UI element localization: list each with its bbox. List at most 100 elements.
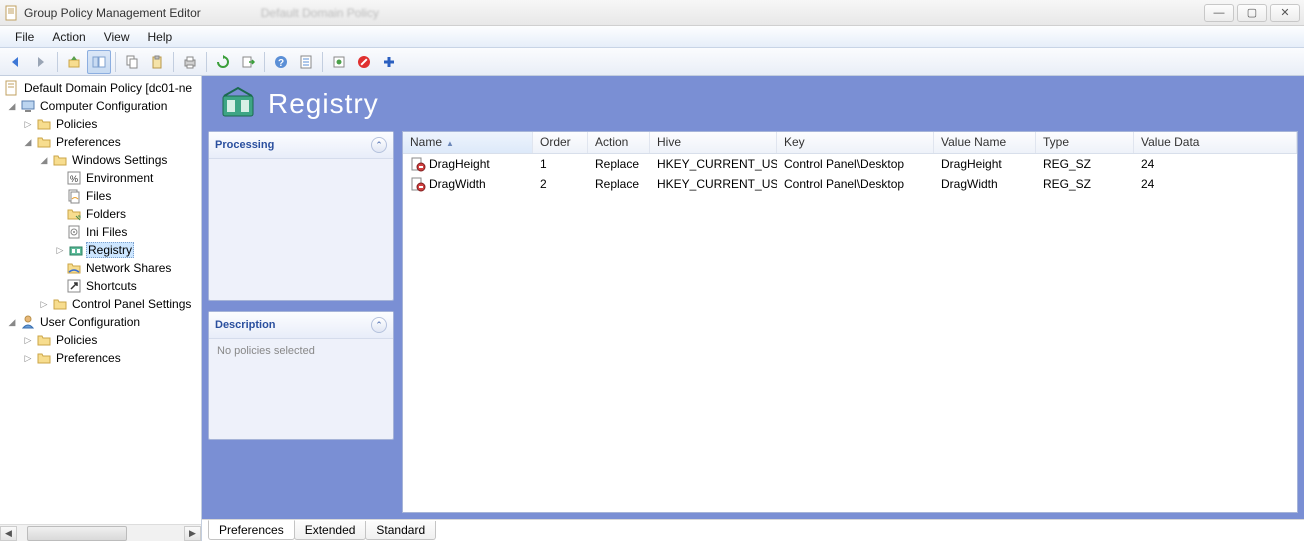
cell-hive: HKEY_CURRENT_USER xyxy=(650,177,777,191)
col-hive[interactable]: Hive xyxy=(650,132,777,153)
expand-icon[interactable]: ▷ xyxy=(22,353,34,364)
scroll-left-button[interactable]: ◀ xyxy=(0,526,17,541)
svg-text:?: ? xyxy=(278,58,284,69)
tree-folders[interactable]: Folders xyxy=(2,205,199,223)
refresh-button[interactable] xyxy=(211,50,235,74)
sort-asc-icon: ▲ xyxy=(446,139,454,148)
expand-icon[interactable]: ▷ xyxy=(22,335,34,346)
minimize-button[interactable]: — xyxy=(1204,4,1234,22)
menu-help[interactable]: Help xyxy=(139,28,182,46)
registry-item-icon xyxy=(410,156,426,172)
ini-icon xyxy=(66,224,82,240)
tree-user-config[interactable]: ◢ User Configuration xyxy=(2,313,199,331)
expand-icon[interactable]: ▷ xyxy=(22,119,34,130)
options-button[interactable] xyxy=(294,50,318,74)
collapse-description-button[interactable]: ⌃ xyxy=(371,317,387,333)
print-button[interactable] xyxy=(178,50,202,74)
tree-pane: Default Domain Policy [dc01-ne ◢ Compute… xyxy=(0,76,202,541)
folder-icon xyxy=(36,350,52,366)
description-panel: Description ⌃ No policies selected xyxy=(208,311,394,440)
shortcuts-icon xyxy=(66,278,82,294)
filter-button[interactable] xyxy=(327,50,351,74)
tree-computer-config[interactable]: ◢ Computer Configuration xyxy=(2,97,199,115)
copy-button[interactable] xyxy=(120,50,144,74)
computer-icon xyxy=(20,98,36,114)
back-button[interactable] xyxy=(4,50,28,74)
tree-environment[interactable]: % Environment xyxy=(2,169,199,187)
menu-view[interactable]: View xyxy=(95,28,139,46)
expand-icon[interactable]: ▷ xyxy=(38,299,50,310)
col-key[interactable]: Key xyxy=(777,132,934,153)
description-text: No policies selected xyxy=(209,339,393,439)
cell-key: Control Panel\Desktop xyxy=(777,157,934,171)
list-row[interactable]: DragHeight1ReplaceHKEY_CURRENT_USERContr… xyxy=(403,154,1297,174)
cell-key: Control Panel\Desktop xyxy=(777,177,934,191)
col-action[interactable]: Action xyxy=(588,132,650,153)
collapse-icon[interactable]: ◢ xyxy=(6,317,18,328)
tree-ini-files[interactable]: Ini Files xyxy=(2,223,199,241)
forward-button[interactable] xyxy=(29,50,53,74)
cell-valuename: DragWidth xyxy=(934,177,1036,191)
menu-action[interactable]: Action xyxy=(43,28,94,46)
bottom-tabs: Preferences Extended Standard xyxy=(202,519,1304,541)
collapse-icon[interactable]: ◢ xyxy=(22,137,34,148)
tree-hscrollbar[interactable]: ◀ ▶ xyxy=(0,524,201,541)
netshares-icon xyxy=(66,260,82,276)
close-button[interactable]: ✕ xyxy=(1270,4,1300,22)
menu-file[interactable]: File xyxy=(6,28,43,46)
expand-icon[interactable]: ▷ xyxy=(54,245,66,256)
title-bar: Group Policy Management Editor Default D… xyxy=(0,0,1304,26)
tree-registry[interactable]: ▷ Registry xyxy=(2,241,199,259)
policy-icon xyxy=(4,80,20,96)
tab-preferences[interactable]: Preferences xyxy=(208,520,295,540)
tree-user-preferences[interactable]: ▷ Preferences xyxy=(2,349,199,367)
folder-icon xyxy=(52,296,68,312)
tree-files[interactable]: Files xyxy=(2,187,199,205)
tree-preferences[interactable]: ◢ Preferences xyxy=(2,133,199,151)
tree-shortcuts[interactable]: Shortcuts xyxy=(2,277,199,295)
col-order[interactable]: Order xyxy=(533,132,588,153)
tree-control-panel-settings[interactable]: ▷ Control Panel Settings xyxy=(2,295,199,313)
stop-button[interactable] xyxy=(352,50,376,74)
registry-header-icon xyxy=(220,86,256,122)
col-valuename[interactable]: Value Name xyxy=(934,132,1036,153)
svg-text:%: % xyxy=(70,174,78,184)
scroll-right-button[interactable]: ▶ xyxy=(184,526,201,541)
show-tree-button[interactable] xyxy=(87,50,111,74)
cell-order: 2 xyxy=(533,177,588,191)
col-type[interactable]: Type xyxy=(1036,132,1134,153)
registry-list: Name▲ Order Action Hive Key Value Name T… xyxy=(402,131,1298,513)
environment-icon: % xyxy=(66,170,82,186)
tab-standard[interactable]: Standard xyxy=(365,521,436,540)
cell-name: DragHeight xyxy=(429,157,490,171)
col-valuedata[interactable]: Value Data xyxy=(1134,132,1297,153)
collapse-icon[interactable]: ◢ xyxy=(38,155,50,166)
help-button[interactable]: ? xyxy=(269,50,293,74)
tree-root[interactable]: Default Domain Policy [dc01-ne xyxy=(2,79,199,97)
col-name[interactable]: Name▲ xyxy=(403,132,533,153)
folders-icon xyxy=(66,206,82,222)
collapse-processing-button[interactable]: ⌃ xyxy=(371,137,387,153)
toolbar: ? xyxy=(0,48,1304,76)
maximize-button[interactable]: ▢ xyxy=(1237,4,1267,22)
scroll-thumb[interactable] xyxy=(27,526,127,541)
cell-type: REG_SZ xyxy=(1036,177,1134,191)
list-row[interactable]: DragWidth2ReplaceHKEY_CURRENT_USERContro… xyxy=(403,174,1297,194)
processing-title: Processing xyxy=(215,139,274,151)
tree-policies[interactable]: ▷ Policies xyxy=(2,115,199,133)
cell-order: 1 xyxy=(533,157,588,171)
tree-user-policies[interactable]: ▷ Policies xyxy=(2,331,199,349)
folder-icon xyxy=(52,152,68,168)
tab-extended[interactable]: Extended xyxy=(294,521,367,540)
tree-network-shares[interactable]: Network Shares xyxy=(2,259,199,277)
export-button[interactable] xyxy=(236,50,260,74)
tree-windows-settings[interactable]: ◢ Windows Settings xyxy=(2,151,199,169)
add-button[interactable] xyxy=(377,50,401,74)
list-header: Name▲ Order Action Hive Key Value Name T… xyxy=(403,132,1297,154)
cell-hive: HKEY_CURRENT_USER xyxy=(650,157,777,171)
collapse-icon[interactable]: ◢ xyxy=(6,101,18,112)
up-button[interactable] xyxy=(62,50,86,74)
paste-button[interactable] xyxy=(145,50,169,74)
content-title: Registry xyxy=(268,88,379,120)
description-title: Description xyxy=(215,319,276,331)
